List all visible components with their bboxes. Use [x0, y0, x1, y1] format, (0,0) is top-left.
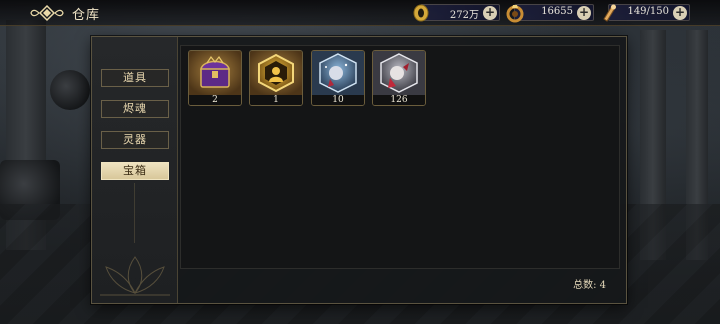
resource-gold: 272万 +: [413, 4, 500, 22]
inventory-item[interactable]: 10: [311, 50, 365, 106]
resource-value: 149/150: [627, 6, 669, 17]
resource-value: 16655: [541, 6, 573, 17]
category-sidebar: 道具 烬魂 灵器 宝箱: [92, 37, 178, 303]
warehouse-panel: 道具 烬魂 灵器 宝箱 2 1 10 126 总数: 4: [91, 36, 627, 304]
tab-ember-souls[interactable]: 烬魂: [101, 100, 169, 118]
resource-value: 272万: [449, 10, 479, 21]
winged-back-icon: [30, 4, 64, 22]
inventory-item[interactable]: 1: [249, 50, 303, 106]
lotus-ornament-icon: [100, 256, 170, 296]
bg-medallion: [50, 70, 90, 110]
page-title: 仓库: [72, 8, 101, 23]
item-count: 10: [312, 95, 364, 105]
item-count: 2: [189, 95, 241, 105]
tab-items[interactable]: 道具: [101, 69, 169, 87]
item-count: 126: [373, 95, 425, 105]
gold-hexagon-box-icon: [250, 51, 302, 95]
gold-coin-icon: [413, 4, 429, 22]
resource-gem: 16655 +: [506, 4, 594, 23]
red-crystal-pack-icon: [373, 51, 425, 95]
item-count: 1: [250, 95, 302, 105]
add-gold-button[interactable]: +: [483, 6, 497, 20]
add-gem-button[interactable]: +: [577, 6, 591, 20]
inventory-item[interactable]: 126: [372, 50, 426, 106]
divider: [134, 183, 135, 243]
back-button[interactable]: [30, 4, 64, 22]
total-count-label: 总数: 4: [573, 280, 606, 291]
stamina-scroll-icon: [603, 4, 616, 22]
gem-ring-icon: [506, 5, 524, 23]
inventory-item[interactable]: 2: [188, 50, 242, 106]
item-grid: 2 1 10 126: [180, 45, 620, 269]
blue-crystal-pack-icon: [312, 51, 364, 95]
add-stamina-button[interactable]: +: [673, 6, 687, 20]
tab-treasure-chests[interactable]: 宝箱: [101, 162, 169, 180]
resource-stamina: 149/150 +: [603, 4, 690, 22]
top-bar: 仓库 272万 + 16655 + 149/150 +: [0, 0, 720, 26]
purple-chest-icon: [189, 51, 241, 95]
tab-spirit-artifacts[interactable]: 灵器: [101, 131, 169, 149]
